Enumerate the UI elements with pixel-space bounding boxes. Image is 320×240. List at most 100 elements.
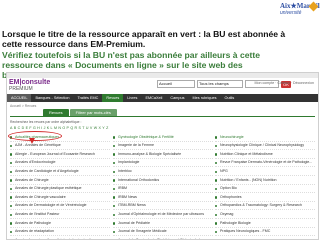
journal-list-item[interactable]: Annales de Dermatologie et de Vénéréolog… [10, 202, 110, 211]
journal-list-item[interactable]: Annales de Cardiologie et d'Angéiologie [10, 167, 110, 176]
alphabet-letter-e[interactable]: E [26, 126, 28, 130]
journal-list-item[interactable]: IRBM News [113, 193, 213, 202]
journal-title: Revue Française Dermato-Vénérologie et d… [220, 160, 313, 165]
journal-list-item[interactable]: Journal d'Ophtalmologie et de Médecine p… [113, 210, 213, 219]
journal-list-item[interactable]: Imagerie de la Femme [113, 142, 213, 151]
journal-list-item[interactable]: Neurophysiologie Clinique / Clinical Neu… [215, 142, 315, 151]
journal-list-item[interactable]: Journal de l'Imagerie Médicale [113, 228, 213, 237]
tab-divider [10, 116, 315, 117]
account-links[interactable]: Mon compte · Contact · Déconnexion [254, 81, 314, 85]
journal-title: Neurochirurgie [220, 134, 244, 139]
website-screenshot: EM|consulte PREMIUM Accueil Tous les cha… [6, 72, 319, 240]
journal-list-item[interactable]: Annales de réadaptation [10, 228, 110, 237]
alphabet-letter-g[interactable]: G [33, 126, 36, 130]
journal-title: International Orthodontics [118, 177, 160, 182]
journal-list-item[interactable]: International Orthodontics [113, 176, 213, 185]
journal-list-item[interactable]: Nutrition Clinique et Métabolisme [215, 150, 315, 159]
alphabet-letter-r[interactable]: R [75, 126, 78, 130]
nav-item-emcaxeil[interactable]: EMCaXeil [141, 94, 166, 102]
alphabet-letter-j[interactable]: J [44, 126, 46, 130]
alphabet-letter-b[interactable]: B [14, 126, 16, 130]
journal-title: Annales de Pathologie [15, 220, 51, 225]
alphabet-letter-a[interactable]: A [10, 126, 12, 130]
alphabet-letter-t[interactable]: T [82, 126, 84, 130]
alphabet-letter-n[interactable]: N [58, 126, 61, 130]
journal-list-item[interactable]: Orthopaedics & Traumatology: Surgery & R… [215, 202, 315, 211]
journal-list-item[interactable]: Annales françaises d'anesthésie et de ré… [10, 236, 110, 239]
journal-list-item[interactable]: Revue Française Dermato-Vénérologie et d… [215, 159, 315, 168]
alphabet-index: ABCDEFGHIJKLMNOPQRSTUVWXYZ [10, 126, 108, 130]
alphabet-letter-d[interactable]: D [22, 126, 25, 130]
main-nav: ACCUEIL Banques - Sélection Traités EMC Rev… [7, 94, 318, 102]
journal-list-item[interactable]: NPG [215, 167, 315, 176]
journal-list-item[interactable]: Pratiques Neurologiques - FMC [215, 228, 315, 237]
nav-item-mes-rubriques[interactable]: Mes rubriques [188, 94, 220, 102]
site-logo[interactable]: EM|consulte PREMIUM [9, 79, 50, 92]
alphabet-letter-u[interactable]: U [86, 126, 89, 130]
journal-list-item[interactable]: Orthophonies [215, 193, 315, 202]
journal-title: Option Bio [220, 186, 237, 191]
alphabet-letter-c[interactable]: C [18, 126, 21, 130]
search-scope-select[interactable]: Accueil [157, 80, 195, 88]
journal-list-item[interactable]: Journal de Pédiatrie [113, 219, 213, 228]
alphabet-letter-v[interactable]: V [90, 126, 92, 130]
alphabet-letter-z[interactable]: Z [106, 126, 108, 130]
nav-item-accueil[interactable]: ACCUEIL [7, 94, 32, 102]
journal-list-item[interactable]: IRBM [113, 185, 213, 194]
journal-column-1: Actualités pharmaceutiques AJM - Annales … [10, 133, 110, 239]
alphabet-letter-l[interactable]: L [51, 126, 53, 130]
alphabet-letter-i[interactable]: I [41, 126, 42, 130]
journal-list-item[interactable]: Annales de Chirurgie plastique esthétiqu… [10, 185, 110, 194]
journal-title: Interbloc [118, 168, 132, 173]
journal-list-item[interactable]: Interbloc [113, 167, 213, 176]
journal-list-item[interactable]: Journal de Gynécologie Obstétrique et Bi… [113, 236, 213, 239]
alphabet-letter-x[interactable]: X [98, 126, 100, 130]
breadcrumb[interactable]: Accueil > Revues [10, 104, 36, 108]
tab-filter-keywords[interactable]: Filtrer par mots-clés [69, 109, 117, 116]
journal-list-item[interactable]: Annales d'Endocrinologie [10, 159, 110, 168]
journal-list-item[interactable]: ITBM-RBM News [113, 202, 213, 211]
journal-title: Allergie - European Journal of Ecosante … [15, 151, 95, 156]
journal-list-item[interactable]: Annales de Chirurgie [10, 176, 110, 185]
nav-item-outils[interactable]: Outils [221, 94, 239, 102]
tab-revues[interactable]: Revues [43, 109, 69, 116]
alphabet-letter-f[interactable]: F [29, 126, 31, 130]
journal-list-item[interactable]: Implantologie [113, 159, 213, 168]
nav-item-campus[interactable]: Campus [166, 94, 188, 102]
alphabet-letter-w[interactable]: W [94, 126, 97, 130]
alphabet-letter-k[interactable]: K [47, 126, 49, 130]
journal-title: Annales de l'Institut Pasteur [15, 211, 60, 216]
journal-title: Orthopaedics & Traumatology: Surgery & R… [220, 203, 302, 208]
journal-title: Oxymag [220, 211, 234, 216]
nav-item-banques-s-lection[interactable]: Banques - Sélection [31, 94, 73, 102]
alphabet-letter-h[interactable]: H [37, 126, 40, 130]
journal-title: Implantologie [118, 160, 140, 165]
journal-title: Imagerie de la Femme [118, 143, 154, 148]
journal-list-item[interactable]: Nutrition / Enfants - (NON) Nutrition [215, 176, 315, 185]
journal-list-item[interactable]: Neurochirurgie [215, 133, 315, 142]
alphabet-letter-o[interactable]: O [62, 126, 65, 130]
journal-list-item[interactable]: Allergie - European Journal of Ecosante … [10, 150, 110, 159]
journal-list-item[interactable]: Annales de l'Institut Pasteur [10, 210, 110, 219]
alphabet-letter-q[interactable]: Q [70, 126, 73, 130]
search-field-select[interactable]: Tous les champs [197, 80, 243, 88]
journal-list-item[interactable]: Immuno-analyse & Biologie Spécialisée [113, 150, 213, 159]
journal-list-item[interactable]: Annales de Pathologie [10, 219, 110, 228]
journal-list-item[interactable]: Pathologie Biologie [215, 219, 315, 228]
journal-column-3: Neurochirurgie Neurophysiologie Clinique … [215, 133, 315, 237]
alphabet-letter-s[interactable]: S [79, 126, 81, 130]
nav-item-revues[interactable]: Revues [102, 94, 124, 102]
journal-list-item[interactable]: Gynécologie Obstétrique & Fertilité [113, 133, 213, 142]
journal-list-item[interactable]: Annales de Chirurgie vasculaire [10, 193, 110, 202]
alphabet-letter-p[interactable]: P [67, 126, 69, 130]
journal-list-item[interactable]: Option Bio [215, 185, 315, 194]
journal-title: Annales de Chirurgie plastique esthétiqu… [15, 186, 82, 191]
alphabet-letter-y[interactable]: Y [102, 126, 104, 130]
alphabet-letter-m[interactable]: M [54, 126, 57, 130]
journal-list-item[interactable]: AJM - Annales de Génétique [10, 142, 110, 151]
journal-title: Journal d'Ophtalmologie et de Médecine p… [118, 211, 204, 216]
nav-item-trait-s-emc[interactable]: Traités EMC [73, 94, 102, 102]
journal-list-item[interactable]: Oxymag [215, 210, 315, 219]
journal-title: Immuno-analyse & Biologie Spécialisée [118, 151, 182, 156]
nav-item-livres[interactable]: Livres [123, 94, 141, 102]
